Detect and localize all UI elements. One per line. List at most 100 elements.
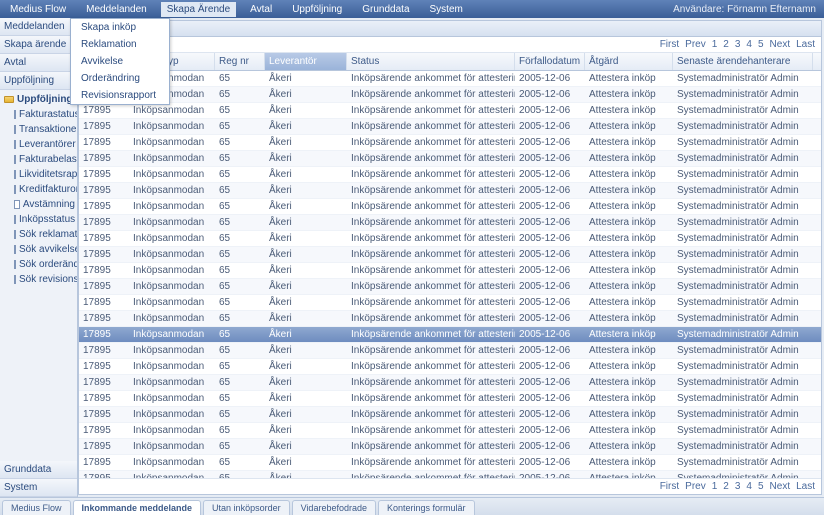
- dropdown-item[interactable]: Skapa inköp: [71, 19, 169, 36]
- pager-prev[interactable]: Prev: [685, 39, 706, 50]
- pager-first-b[interactable]: First: [660, 481, 679, 492]
- column-header[interactable]: Senaste ärendehanterare: [673, 53, 813, 70]
- tree-item[interactable]: Fakturastatus: [0, 107, 77, 122]
- tree-item[interactable]: Sök orderändring: [0, 257, 77, 272]
- table-cell: 17895: [79, 247, 129, 262]
- menu-skapa-ärende[interactable]: Skapa Ärende: [161, 2, 236, 17]
- column-header[interactable]: Leverantör: [265, 53, 347, 70]
- table-cell: Inköpsärende ankommet för attestering: [347, 375, 515, 390]
- tree-item[interactable]: Avstämning: [0, 197, 77, 212]
- pager-prev-b[interactable]: Prev: [685, 481, 706, 492]
- pager-page[interactable]: 5: [758, 39, 764, 50]
- tree-item[interactable]: Sök avvikelse: [0, 242, 77, 257]
- pager-next[interactable]: Next: [770, 39, 791, 50]
- pager-page[interactable]: 2: [723, 481, 729, 492]
- column-header[interactable]: Åtgärd: [585, 53, 673, 70]
- table-row[interactable]: 17895Inköpsanmodan65ÅkeriInköpsärende an…: [79, 199, 821, 215]
- menu-uppföljning[interactable]: Uppföljning: [286, 2, 348, 17]
- table-row[interactable]: 17895Inköpsanmodan65ÅkeriInköpsärende an…: [79, 295, 821, 311]
- dropdown-item[interactable]: Avvikelse: [71, 53, 169, 70]
- menu-meddelanden[interactable]: Meddelanden: [80, 2, 153, 17]
- column-header[interactable]: Status: [347, 53, 515, 70]
- menu-medius-flow[interactable]: Medius Flow: [4, 2, 72, 17]
- table-row[interactable]: 17895Inköpsanmodan65ÅkeriInköpsärende an…: [79, 231, 821, 247]
- sidebar-section[interactable]: Skapa ärende: [0, 36, 77, 54]
- sidebar-section[interactable]: Avtal: [0, 54, 77, 72]
- tree-item[interactable]: Inköpsstatus: [0, 212, 77, 227]
- dropdown-item[interactable]: Reklamation: [71, 36, 169, 53]
- tree-item-label: Transaktioner: [19, 124, 77, 135]
- table-row[interactable]: 17895Inköpsanmodan65ÅkeriInköpsärende an…: [79, 439, 821, 455]
- bottom-tab[interactable]: Konterings formulär: [378, 500, 475, 515]
- bottom-tab[interactable]: Medius Flow: [2, 500, 71, 515]
- table-row[interactable]: 17895Inköpsanmodan65ÅkeriInköpsärende an…: [79, 183, 821, 199]
- table-row[interactable]: 17895Inköpsanmodan65ÅkeriInköpsärende an…: [79, 343, 821, 359]
- pager-page[interactable]: 2: [723, 39, 729, 50]
- tree-item-label: Sök avvikelse: [19, 244, 77, 255]
- sidebar-section[interactable]: Meddelanden: [0, 18, 77, 36]
- table-row[interactable]: 17895Inköpsanmodan65ÅkeriInköpsärende an…: [79, 391, 821, 407]
- column-header[interactable]: Reg nr: [215, 53, 265, 70]
- sidebar-section[interactable]: Uppföljning: [0, 72, 77, 90]
- table-row[interactable]: 17895Inköpsanmodan65ÅkeriInköpsärende an…: [79, 471, 821, 478]
- table-row[interactable]: 17895Inköpsanmodan65ÅkeriInköpsärende an…: [79, 135, 821, 151]
- table-cell: Åkeri: [265, 375, 347, 390]
- pager-page[interactable]: 1: [712, 39, 718, 50]
- column-header[interactable]: Förfallodatum: [515, 53, 585, 70]
- table-row[interactable]: 17895Inköpsanmodan65ÅkeriInköpsärende an…: [79, 151, 821, 167]
- tree-root[interactable]: Uppföljning: [0, 92, 77, 107]
- tree-item[interactable]: Sök reklamation: [0, 227, 77, 242]
- table-row[interactable]: 17895Inköpsanmodan65ÅkeriInköpsärende an…: [79, 311, 821, 327]
- tree-item[interactable]: Fakturabelastning: [0, 152, 77, 167]
- table-cell: Inköpsärende ankommet för attestering: [347, 71, 515, 86]
- menu-avtal[interactable]: Avtal: [244, 2, 278, 17]
- table-row[interactable]: 17895Inköpsanmodan65ÅkeriInköpsärende an…: [79, 423, 821, 439]
- tree-item[interactable]: Transaktioner: [0, 122, 77, 137]
- table-row[interactable]: 17895Inköpsanmodan65ÅkeriInköpsärende an…: [79, 407, 821, 423]
- pager-page[interactable]: 1: [712, 481, 718, 492]
- tree-item[interactable]: Kreditfakturor: [0, 182, 77, 197]
- pager-page[interactable]: 3: [735, 39, 741, 50]
- pager-page[interactable]: 4: [746, 39, 752, 50]
- bottom-tab[interactable]: Vidarebefodrade: [292, 500, 376, 515]
- tree-item[interactable]: Sök revisionsrapport: [0, 272, 77, 287]
- pager-last[interactable]: Last: [796, 39, 815, 50]
- table-row[interactable]: 17895Inköpsanmodan65ÅkeriInköpsärende an…: [79, 87, 821, 103]
- table-cell: Åkeri: [265, 167, 347, 182]
- pager-page[interactable]: 3: [735, 481, 741, 492]
- pager-page[interactable]: 4: [746, 481, 752, 492]
- table-row[interactable]: 17895Inköpsanmodan65ÅkeriInköpsärende an…: [79, 375, 821, 391]
- pager-page[interactable]: 5: [758, 481, 764, 492]
- table-row[interactable]: 17895Inköpsanmodan65ÅkeriInköpsärende an…: [79, 263, 821, 279]
- pager-next-b[interactable]: Next: [770, 481, 791, 492]
- pager-last-b[interactable]: Last: [796, 481, 815, 492]
- table-cell: Åkeri: [265, 71, 347, 86]
- tree-item[interactable]: Likviditetsrapport: [0, 167, 77, 182]
- pager-first[interactable]: First: [660, 39, 679, 50]
- bottom-tab[interactable]: Utan inköpsorder: [203, 500, 290, 515]
- table-row[interactable]: 17895Inköpsanmodan65ÅkeriInköpsärende an…: [79, 247, 821, 263]
- table-row[interactable]: 17895Inköpsanmodan65ÅkeriInköpsärende an…: [79, 119, 821, 135]
- table-cell: Systemadministratör Admin: [673, 167, 813, 182]
- sidebar-footer-section[interactable]: Grunddata: [0, 461, 77, 479]
- sidebar-footer-section[interactable]: System: [0, 479, 77, 497]
- dropdown-item[interactable]: Orderändring: [71, 70, 169, 87]
- table-row[interactable]: 17895Inköpsanmodan65ÅkeriInköpsärende an…: [79, 327, 821, 343]
- table-row[interactable]: 17895Inköpsanmodan65ÅkeriInköpsärende an…: [79, 455, 821, 471]
- pager-pages-top: 12345: [712, 39, 764, 50]
- table-cell: Systemadministratör Admin: [673, 407, 813, 422]
- tree-item[interactable]: Leverantörer: [0, 137, 77, 152]
- table-row[interactable]: 17895Inköpsanmodan65ÅkeriInköpsärende an…: [79, 103, 821, 119]
- bottom-tab[interactable]: Inkommande meddelande: [73, 500, 202, 515]
- table-row[interactable]: 17895Inköpsanmodan65ÅkeriInköpsärende an…: [79, 215, 821, 231]
- dropdown-item[interactable]: Revisionsrapport: [71, 87, 169, 104]
- table-cell: Attestera inköp: [585, 359, 673, 374]
- table-row[interactable]: 17895Inköpsanmodan65ÅkeriInköpsärende an…: [79, 359, 821, 375]
- table-row[interactable]: 17895Inköpsanmodan65ÅkeriInköpsärende an…: [79, 71, 821, 87]
- menu-system[interactable]: System: [424, 2, 469, 17]
- table-row[interactable]: 17895Inköpsanmodan65ÅkeriInköpsärende an…: [79, 167, 821, 183]
- tree-item-label: Fakturabelastning: [19, 154, 77, 165]
- menu-grunddata[interactable]: Grunddata: [356, 2, 415, 17]
- table-cell: 65: [215, 471, 265, 478]
- table-row[interactable]: 17895Inköpsanmodan65ÅkeriInköpsärende an…: [79, 279, 821, 295]
